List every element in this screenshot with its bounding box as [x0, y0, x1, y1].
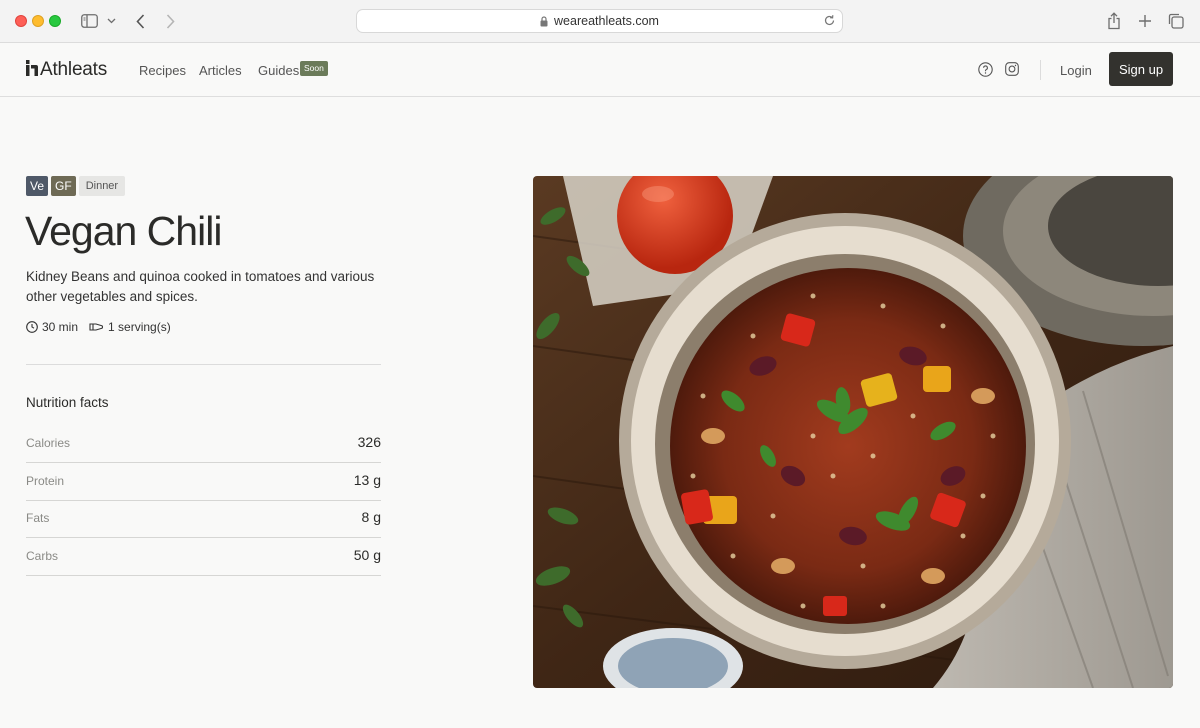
nutrition-title: Nutrition facts — [26, 395, 109, 410]
nutrition-label: Protein — [26, 474, 65, 488]
nav-divider — [1040, 60, 1041, 80]
url-text: weareathleats.com — [554, 14, 659, 28]
athleats-logo-icon — [26, 59, 38, 81]
nav-link-articles[interactable]: Articles — [199, 63, 242, 78]
share-icon[interactable] — [1106, 11, 1122, 31]
new-tab-icon[interactable] — [1137, 11, 1153, 31]
sidebar-icon[interactable] — [80, 11, 98, 31]
nav-link-recipes[interactable]: Recipes — [139, 63, 186, 78]
nutrition-value: 326 — [357, 434, 381, 450]
address-bar[interactable]: weareathleats.com — [356, 9, 843, 33]
clock-icon — [26, 321, 38, 333]
tag-vegan: Ve — [26, 176, 49, 196]
nav-link-guides[interactable]: Guides — [258, 63, 299, 78]
nutrition-label: Calories — [26, 436, 71, 450]
signup-button[interactable]: Sign up — [1109, 52, 1173, 86]
recipe-image — [533, 176, 1173, 688]
brand-logo[interactable]: Athleats — [26, 59, 107, 81]
help-icon[interactable] — [977, 61, 993, 77]
nutrition-label: Carbs — [26, 549, 59, 563]
servings: 1 serving(s) — [89, 320, 171, 334]
recipe-tags: Ve GF Dinner — [26, 176, 126, 196]
nutrition-row-calories: Calories 326 — [26, 425, 381, 463]
servings-value: 1 serving(s) — [108, 320, 171, 334]
instagram-icon[interactable] — [1004, 61, 1020, 77]
forward-icon[interactable] — [164, 11, 176, 31]
serving-plate-icon — [89, 323, 104, 331]
tabs-overview-icon[interactable] — [1167, 11, 1185, 31]
back-icon[interactable] — [134, 11, 146, 31]
nutrition-row-carbs: Carbs 50 g — [26, 538, 381, 576]
browser-toolbar: weareathleats.com — [0, 0, 1200, 43]
reload-icon[interactable] — [823, 14, 836, 27]
nutrition-row-protein: Protein 13 g — [26, 463, 381, 501]
minimize-window-button[interactable] — [32, 15, 44, 27]
tag-gluten-free: GF — [51, 176, 76, 196]
prep-time-value: 30 min — [42, 320, 79, 334]
soon-badge: Soon — [300, 61, 328, 76]
nutrition-value: 50 g — [353, 547, 381, 563]
tag-meal-type: Dinner — [78, 176, 126, 196]
recipe-meta: 30 min 1 serving(s) — [26, 320, 182, 334]
site-header: Athleats Recipes Articles Guides Soon Lo… — [0, 43, 1200, 97]
recipe-description: Kidney Beans and quinoa cooked in tomato… — [26, 269, 375, 304]
close-window-button[interactable] — [15, 15, 27, 27]
nutrition-label: Fats — [26, 511, 50, 525]
recipe-title: Vegan Chili — [25, 208, 222, 254]
login-link[interactable]: Login — [1060, 63, 1092, 78]
section-divider — [26, 364, 381, 365]
nutrition-value: 8 g — [361, 509, 381, 525]
brand-name: Athleats — [40, 59, 108, 80]
nutrition-row-fats: Fats 8 g — [26, 500, 381, 538]
lock-icon — [540, 15, 548, 27]
chevron-down-icon[interactable] — [106, 11, 116, 31]
zoom-window-button[interactable] — [49, 15, 61, 27]
nutrition-value: 13 g — [353, 472, 381, 488]
prep-time: 30 min — [26, 320, 78, 334]
